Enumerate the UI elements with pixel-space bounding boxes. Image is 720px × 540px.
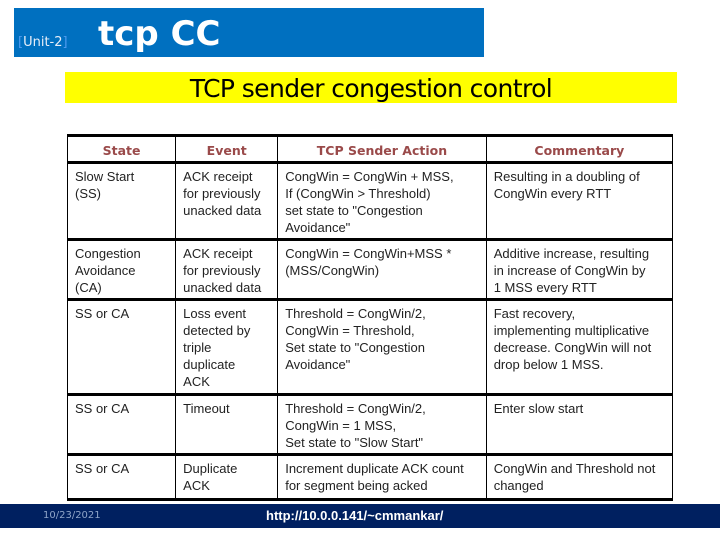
table-row: SS or CA Duplicate ACK Increment duplica… [67,454,673,500]
subtitle-bar: TCP sender congestion control [65,72,677,103]
cell-state: Slow Start (SS) [67,162,177,241]
cell-commentary: CongWin and Threshold not changed [493,461,656,493]
footer-date: 10/23/2021 [43,510,101,521]
table-row: Congestion Avoidance (CA) ACK receipt fo… [67,239,673,301]
unit-label: [Unit-2] [18,35,68,51]
cell-action: CongWin = CongWin+MSS * (MSS/CongWin) [277,239,487,301]
cell-action: CongWin = CongWin + MSS, If (CongWin > T… [277,162,487,241]
cell-commentary: Additive increase, resulting in increase… [486,239,673,301]
column-header-action: TCP Sender Action [277,135,487,164]
column-header-commentary: Commentary [486,135,673,164]
cell-event: Loss event detected by triple duplicate … [175,299,279,396]
unit-bracket-close: ] [62,35,68,50]
cell-commentary: Enter slow start [486,394,673,456]
cell-action: Threshold = CongWin/2, CongWin = 1 MSS, … [277,394,487,456]
cell-state: SS or CA [67,454,177,500]
congestion-control-table: State Event TCP Sender Action Commentary… [67,134,673,501]
slide-title: tcp CC [98,14,221,54]
cell-event: Timeout [175,394,279,456]
unit-label-text: Unit-2 [23,35,63,50]
title-bar: [Unit-2] tcp CC [14,8,484,57]
table-row: SS or CA Timeout Threshold = CongWin/2, … [67,394,673,456]
table-header-row: State Event TCP Sender Action Commentary [67,135,673,164]
cell-state: SS or CA [67,394,177,456]
cell-commentary: Fast recovery, implementing multiplicati… [486,299,673,396]
cell-state: SS or CA [67,299,177,396]
table-row: SS or CA Loss event detected by triple d… [67,299,673,396]
cell-event: ACK receipt for previously unacked data [175,162,279,241]
cell-event: ACK receipt for previously unacked data [175,239,279,301]
slide-subtitle: TCP sender congestion control [189,74,553,103]
footer-bar: 10/23/2021 http://10.0.0.141/~cmmankar/ [0,504,720,528]
cell-action: Threshold = CongWin/2, CongWin = Thresho… [277,299,487,396]
table-row: Slow Start (SS) ACK receipt for previous… [67,162,673,241]
footer-url-link[interactable]: http://10.0.0.141/~cmmankar/ [266,508,443,524]
cell-state: Congestion Avoidance (CA) [67,239,177,301]
column-header-state: State [67,135,177,164]
cell-commentary: Resulting in a doubling of CongWin every… [486,162,673,241]
column-header-event: Event [175,135,279,164]
cell-action: Increment duplicate ACK count for segmen… [277,454,487,500]
cell-event: Duplicate ACK [175,454,279,500]
